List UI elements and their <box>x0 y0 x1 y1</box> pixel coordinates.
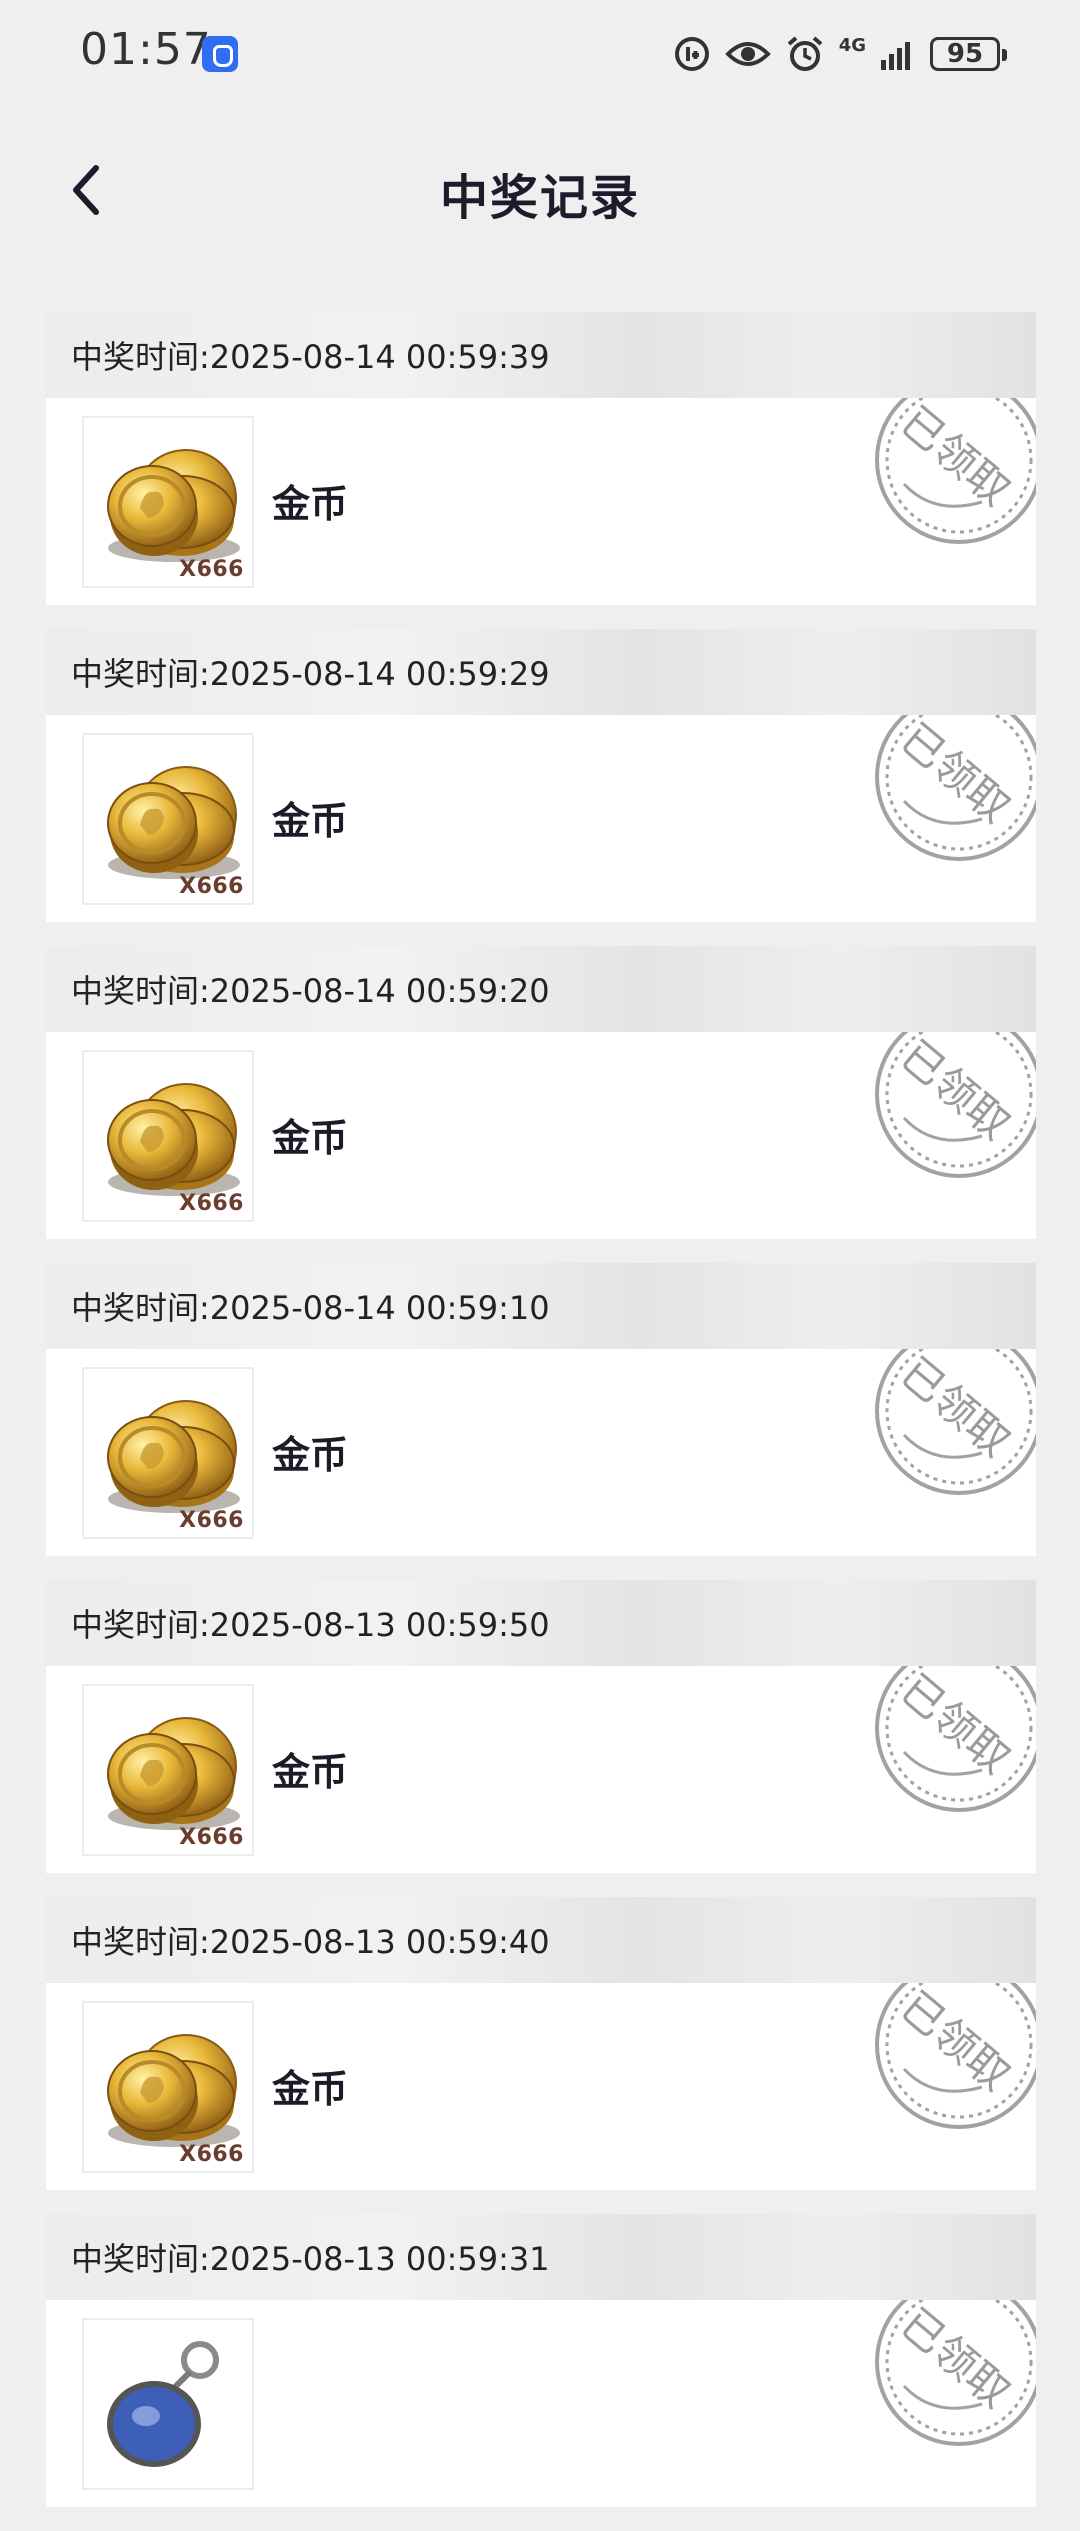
prize-name: 金币 <box>272 2067 349 2111</box>
gold-coins-icon <box>107 1083 240 1196</box>
record-body: X666 金币 已领取 <box>46 1644 1036 1873</box>
prize-name: 金币 <box>272 482 349 526</box>
app-notification-icon <box>202 36 238 72</box>
prize-quantity: X666 <box>179 557 244 582</box>
record-body: X666 金币 已领取 <box>46 1010 1036 1239</box>
claimed-stamp-icon: 已领取 <box>875 693 1036 861</box>
signal-icon <box>881 42 910 70</box>
record-card[interactable]: 中奖时间:2025-08-14 00:59:20 X666 金币 已领取 <box>46 946 1036 1239</box>
gold-coins-icon <box>107 1717 240 1830</box>
claimed-stamp: 已领取 <box>864 693 1036 895</box>
record-time: 中奖时间:2025-08-14 00:59:10 <box>46 1263 1036 1349</box>
nav-bar: 中奖记录 <box>0 130 1080 250</box>
claimed-stamp-icon: 已领取 <box>875 1961 1036 2129</box>
claimed-stamp-label: 已领取 <box>892 398 1020 515</box>
claimed-stamp-label: 已领取 <box>892 1666 1020 1783</box>
record-body: X666 金币 已领取 <box>46 1327 1036 1556</box>
record-body: X666 金币 已领取 <box>46 693 1036 922</box>
record-time: 中奖时间:2025-08-13 00:59:40 <box>46 1897 1036 1983</box>
eye-comfort-icon <box>724 42 771 66</box>
prize-thumbnail: X666 <box>82 1367 254 1539</box>
record-time: 中奖时间:2025-08-14 00:59:20 <box>46 946 1036 1032</box>
claimed-stamp: 已领取 <box>864 1644 1036 1846</box>
gold-coins-icon <box>107 1400 240 1513</box>
record-card[interactable]: 中奖时间:2025-08-13 00:59:50 X666 金币 已领取 <box>46 1580 1036 1873</box>
prize-name: 金币 <box>272 799 349 843</box>
prize-thumbnail: X666 <box>82 733 254 905</box>
prize-name: 金币 <box>272 1750 349 1794</box>
record-time: 中奖时间:2025-08-14 00:59:29 <box>46 629 1036 715</box>
claimed-stamp: 已领取 <box>864 2278 1036 2480</box>
record-card[interactable]: 中奖时间:2025-08-13 00:59:31 已领取 <box>46 2214 1036 2507</box>
record-body: X666 金币 已领取 <box>46 376 1036 605</box>
record-body: X666 金币 已领取 <box>46 1961 1036 2190</box>
claimed-stamp-label: 已领取 <box>892 1349 1020 1466</box>
network-type: 4G <box>838 35 866 56</box>
page-title: 中奖记录 <box>439 170 640 226</box>
claimed-stamp-icon: 已领取 <box>875 1010 1036 1178</box>
record-card[interactable]: 中奖时间:2025-08-14 00:59:10 X666 金币 已领取 <box>46 1263 1036 1556</box>
prize-thumbnail: X666 <box>82 1684 254 1856</box>
prize-name: 金币 <box>272 1433 349 1477</box>
prize-thumbnail: X666 <box>82 1050 254 1222</box>
prize-quantity: X666 <box>179 1191 244 1216</box>
record-time: 中奖时间:2025-08-14 00:59:39 <box>46 312 1036 398</box>
prize-quantity: X666 <box>179 2142 244 2167</box>
claimed-stamp-label: 已领取 <box>892 2300 1020 2417</box>
prize-quantity: X666 <box>179 874 244 899</box>
prize-quantity: X666 <box>179 1825 244 1850</box>
claimed-stamp-label: 已领取 <box>892 1983 1020 2100</box>
gold-coins-icon <box>107 2034 240 2147</box>
data-saver-icon <box>674 37 709 71</box>
claimed-stamp: 已领取 <box>864 1010 1036 1212</box>
claimed-stamp-label: 已领取 <box>892 715 1020 832</box>
gold-coins-icon <box>107 449 240 562</box>
claimed-stamp-icon: 已领取 <box>875 376 1036 544</box>
claimed-stamp-icon: 已领取 <box>875 1644 1036 1812</box>
record-time: 中奖时间:2025-08-13 00:59:31 <box>46 2214 1036 2300</box>
battery-level: 95 <box>946 39 984 69</box>
claimed-stamp-icon: 已领取 <box>875 2278 1036 2446</box>
record-card[interactable]: 中奖时间:2025-08-14 00:59:29 X666 金币 已领取 <box>46 629 1036 922</box>
keychain-item-icon <box>107 2341 219 2467</box>
record-card[interactable]: 中奖时间:2025-08-13 00:59:40 X666 金币 已领取 <box>46 1897 1036 2190</box>
claimed-stamp-icon: 已领取 <box>875 1327 1036 1495</box>
status-icons: 4G 95 <box>673 30 1007 78</box>
alarm-icon <box>787 36 822 71</box>
record-list[interactable]: 中奖时间:2025-08-14 00:59:39 X666 金币 已领取 中奖时间… <box>46 312 1036 2531</box>
claimed-stamp: 已领取 <box>864 1961 1036 2163</box>
prize-name: 金币 <box>272 1116 349 1160</box>
prize-thumbnail: X666 <box>82 416 254 588</box>
record-card[interactable]: 中奖时间:2025-08-14 00:59:39 X666 金币 已领取 <box>46 312 1036 605</box>
claimed-stamp: 已领取 <box>864 376 1036 578</box>
gold-coins-icon <box>107 766 240 879</box>
battery-icon: 95 <box>930 37 1007 71</box>
claimed-stamp-label: 已领取 <box>892 1032 1020 1149</box>
record-time: 中奖时间:2025-08-13 00:59:50 <box>46 1580 1036 1666</box>
record-body: 已领取 <box>46 2278 1036 2507</box>
prize-quantity: X666 <box>179 1508 244 1533</box>
status-bar: 01:57 4G 95 <box>0 0 1080 108</box>
prize-thumbnail: X666 <box>82 2001 254 2173</box>
status-time: 01:57 <box>80 24 212 75</box>
prize-thumbnail <box>82 2318 254 2490</box>
claimed-stamp: 已领取 <box>864 1327 1036 1529</box>
